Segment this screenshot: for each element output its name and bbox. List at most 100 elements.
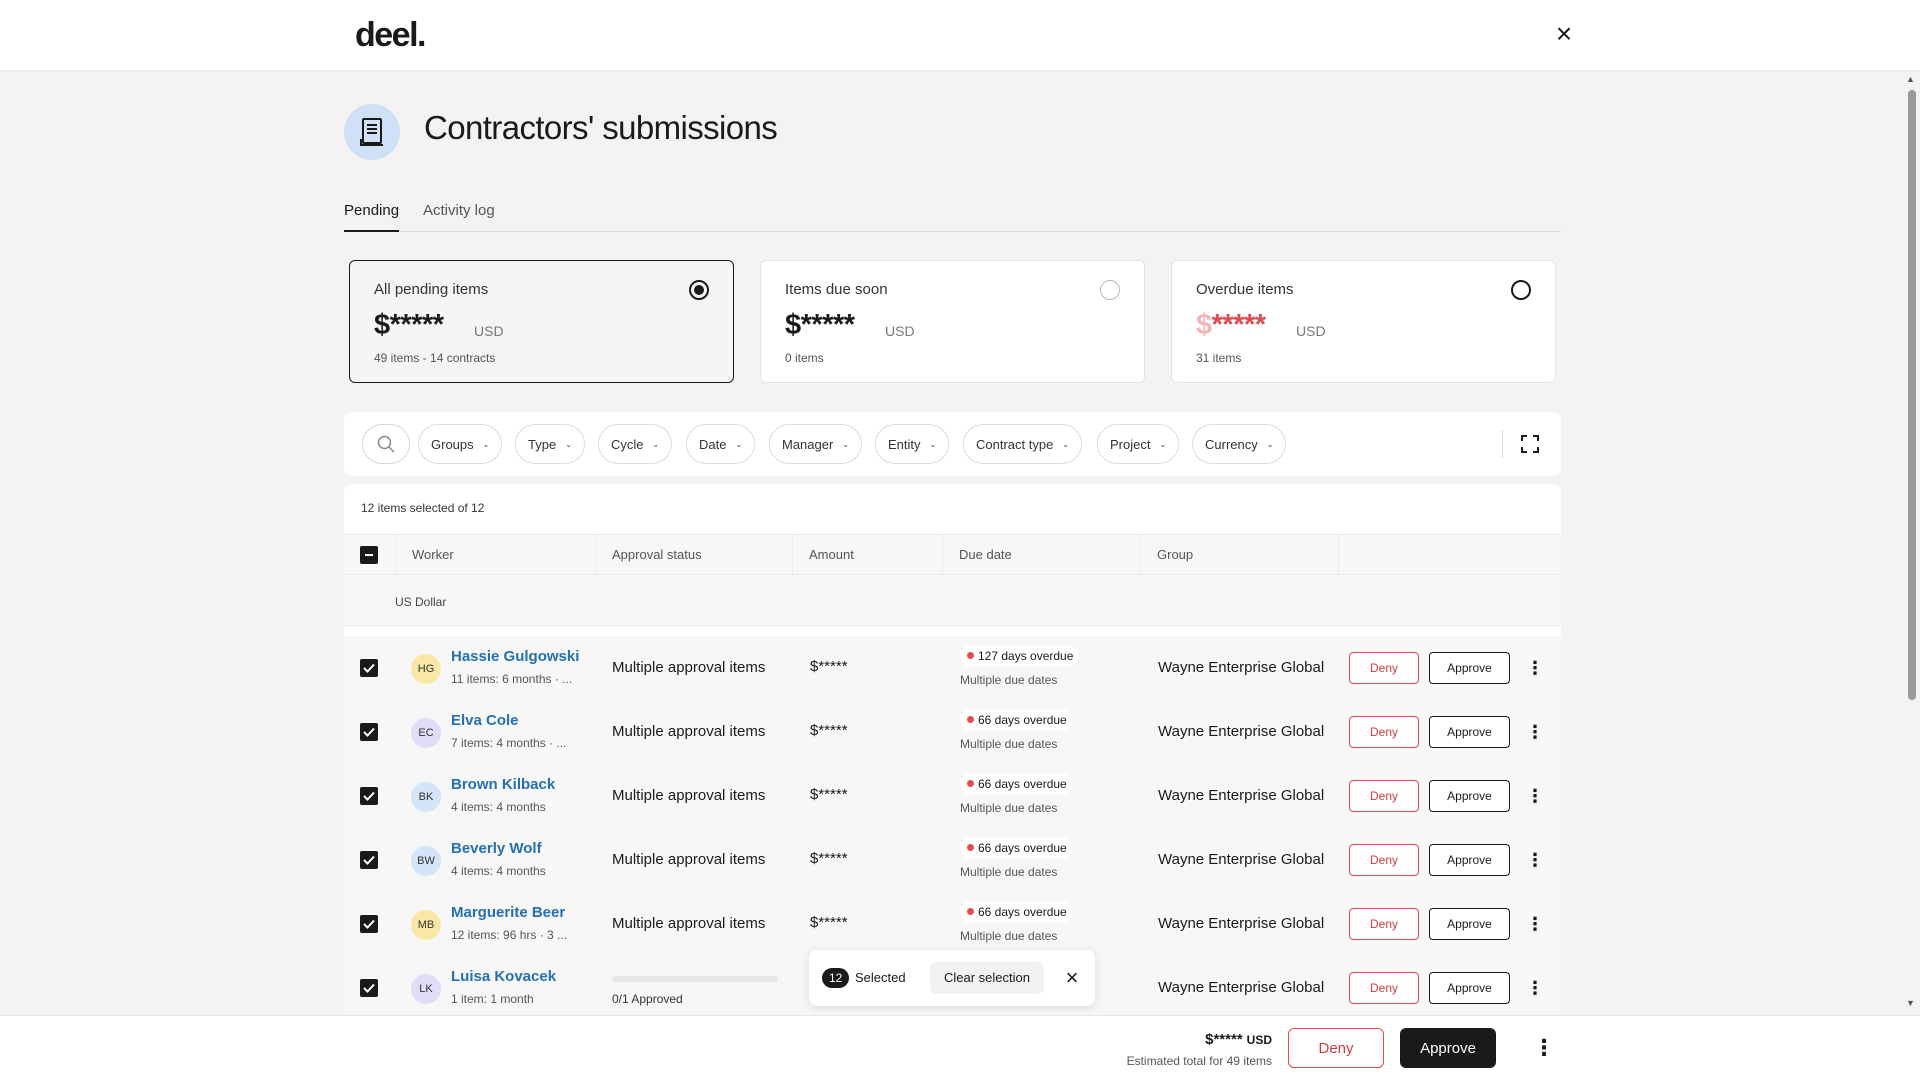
- card-amount: $*****: [785, 309, 855, 341]
- close-icon[interactable]: ×: [1552, 20, 1576, 48]
- approve-button[interactable]: Approve: [1429, 780, 1510, 812]
- avatar: LK: [411, 974, 441, 1004]
- worker-name-link[interactable]: Beverly Wolf: [451, 840, 542, 857]
- selected-count-badge: 12: [822, 968, 850, 988]
- amount: $*****: [810, 850, 848, 867]
- column-group[interactable]: Group: [1140, 535, 1338, 575]
- selection-count: 12 items selected of 12: [361, 501, 485, 515]
- row-checkbox[interactable]: [360, 915, 378, 933]
- deny-button[interactable]: Deny: [1349, 780, 1419, 812]
- overdue-badge: 66 days overdue: [960, 837, 1073, 859]
- receipt-icon: [344, 104, 400, 160]
- close-icon[interactable]: ×: [1062, 967, 1082, 989]
- more-options-icon[interactable]: ⋮: [1526, 912, 1544, 936]
- group-name: Wayne Enterprise Global: [1158, 659, 1325, 676]
- worker-items-summary: 4 items: 4 months: [451, 800, 546, 814]
- table-row[interactable]: HG Hassie Gulgowski 11 items: 6 months ·…: [344, 636, 1561, 700]
- avatar: BK: [411, 782, 441, 812]
- table-row[interactable]: BW Beverly Wolf 4 items: 4 months Multip…: [344, 828, 1561, 892]
- clear-selection-button[interactable]: Clear selection: [930, 962, 1044, 994]
- tabs: Pending Activity log: [344, 196, 1561, 232]
- top-bar: deel. ×: [0, 0, 1920, 71]
- amount: $*****: [810, 658, 848, 675]
- worker-name-link[interactable]: Luisa Kovacek: [451, 968, 556, 985]
- approve-button[interactable]: Approve: [1429, 844, 1510, 876]
- divider: [1502, 430, 1503, 458]
- filter-type[interactable]: Type ⌄: [515, 424, 585, 464]
- deny-button[interactable]: Deny: [1349, 652, 1419, 684]
- row-checkbox[interactable]: [360, 659, 378, 677]
- table-row[interactable]: BK Brown Kilback 4 items: 4 months Multi…: [344, 764, 1561, 828]
- card-currency: USD: [1296, 323, 1326, 339]
- approve-button[interactable]: Approve: [1429, 716, 1510, 748]
- card-subtitle: 31 items: [1196, 351, 1242, 365]
- worker-name-link[interactable]: Marguerite Beer: [451, 904, 565, 921]
- card-title: All pending items: [374, 281, 489, 298]
- table-row[interactable]: MB Marguerite Beer 12 items: 96 hrs · 3 …: [344, 892, 1561, 956]
- approve-all-button[interactable]: Approve: [1400, 1028, 1496, 1068]
- deel-logo[interactable]: deel.: [355, 16, 426, 55]
- row-checkbox[interactable]: [360, 723, 378, 741]
- tab-activity-log[interactable]: Activity log: [423, 202, 495, 219]
- filter-project[interactable]: Project ⌄: [1097, 424, 1180, 464]
- worker-name-link[interactable]: Brown Kilback: [451, 776, 555, 793]
- row-checkbox[interactable]: [360, 979, 378, 997]
- row-checkbox[interactable]: [360, 851, 378, 869]
- more-options-icon[interactable]: ⋮: [1526, 656, 1544, 680]
- worker-items-summary: 11 items: 6 months · ...: [451, 672, 573, 686]
- deny-button[interactable]: Deny: [1349, 716, 1419, 748]
- column-due-date[interactable]: Due date: [942, 535, 1140, 575]
- card-items-due-soon[interactable]: Items due soon $***** USD 0 items: [760, 260, 1145, 383]
- worker-name-link[interactable]: Hassie Gulgowski: [451, 648, 579, 665]
- more-options-icon[interactable]: ⋮: [1526, 976, 1544, 1000]
- approval-status: Multiple approval items: [612, 659, 766, 676]
- select-all-checkbox[interactable]: [360, 546, 378, 564]
- scroll-up-arrow-icon[interactable]: ▲: [1906, 74, 1915, 84]
- column-approval-status[interactable]: Approval status: [595, 535, 792, 575]
- radio-unselected-icon[interactable]: [1511, 280, 1531, 300]
- approve-button[interactable]: Approve: [1429, 652, 1510, 684]
- card-all-pending[interactable]: All pending items $***** USD 49 items - …: [349, 260, 734, 383]
- due-date-sub: Multiple due dates: [960, 801, 1058, 815]
- search-button[interactable]: [362, 424, 410, 464]
- tab-pending[interactable]: Pending: [344, 202, 400, 232]
- due-date-sub: Multiple due dates: [960, 737, 1058, 751]
- card-currency: USD: [474, 323, 504, 339]
- radio-selected-icon[interactable]: [689, 280, 709, 300]
- table-row[interactable]: EC Elva Cole 7 items: 4 months · ... Mul…: [344, 700, 1561, 764]
- filter-date[interactable]: Date ⌄: [686, 424, 756, 464]
- column-worker[interactable]: Worker: [395, 535, 557, 575]
- deny-button[interactable]: Deny: [1349, 972, 1419, 1004]
- more-options-icon[interactable]: ⋮: [1526, 720, 1544, 744]
- filter-currency[interactable]: Currency ⌄: [1192, 424, 1287, 464]
- more-options-icon[interactable]: ⋮: [1526, 848, 1544, 872]
- filter-manager[interactable]: Manager ⌄: [769, 424, 863, 464]
- scroll-down-arrow-icon[interactable]: ▼: [1906, 998, 1915, 1008]
- chevron-down-icon: ⌄: [1266, 439, 1274, 449]
- approve-button[interactable]: Approve: [1429, 908, 1510, 940]
- card-overdue-items[interactable]: Overdue items $***** USD 31 items: [1171, 260, 1556, 383]
- radio-unselected-icon[interactable]: [1100, 280, 1120, 300]
- filter-entity[interactable]: Entity ⌄: [875, 424, 950, 464]
- worker-name-link[interactable]: Elva Cole: [451, 712, 519, 729]
- approval-progress-label: 0/1 Approved: [612, 992, 683, 1006]
- avatar: EC: [411, 718, 441, 748]
- deny-button[interactable]: Deny: [1349, 908, 1419, 940]
- expand-icon[interactable]: [1518, 432, 1542, 456]
- group-name: Wayne Enterprise Global: [1158, 979, 1325, 996]
- card-title: Items due soon: [785, 281, 888, 298]
- table-header: Worker Approval status Amount Due date G…: [344, 534, 1561, 575]
- filter-cycle[interactable]: Cycle ⌄: [598, 424, 673, 464]
- approval-status: Multiple approval items: [612, 915, 766, 932]
- more-options-icon[interactable]: ⋮: [1526, 784, 1544, 808]
- approve-button[interactable]: Approve: [1429, 972, 1510, 1004]
- row-checkbox[interactable]: [360, 787, 378, 805]
- scrollbar-thumb[interactable]: [1908, 90, 1916, 700]
- more-options-icon[interactable]: ⋮: [1533, 1034, 1555, 1062]
- deny-button[interactable]: Deny: [1349, 844, 1419, 876]
- column-amount[interactable]: Amount: [792, 535, 942, 575]
- filter-contract-type[interactable]: Contract type ⌄: [963, 424, 1083, 464]
- deny-all-button[interactable]: Deny: [1288, 1028, 1384, 1068]
- filter-groups[interactable]: Groups ⌄: [418, 424, 503, 464]
- filter-bar: Groups ⌄ Type ⌄ Cycle ⌄ Date ⌄ Manager ⌄ Enti…: [344, 412, 1561, 476]
